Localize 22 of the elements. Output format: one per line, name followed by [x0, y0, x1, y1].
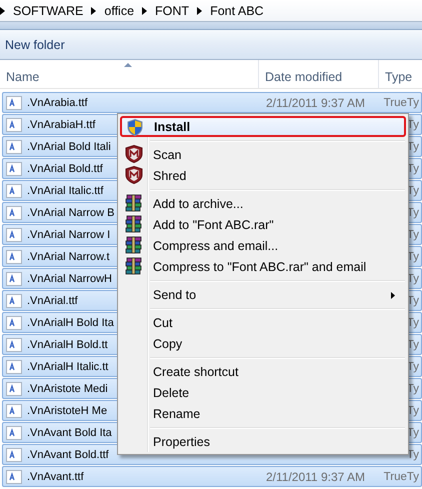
file-name: .VnArial Bold Itali — [27, 140, 111, 152]
file-name: .VnAvant Bold.ttf — [27, 448, 109, 460]
file-name: .VnArialH Italic.tt — [27, 360, 108, 372]
file-name: .VnAristoteH Me — [27, 404, 108, 416]
file-name: .VnArabiaH.ttf — [27, 118, 96, 130]
file-name: .VnArial Narrow.t — [27, 250, 110, 262]
file-name: .VnAristote Medi — [27, 382, 108, 394]
file-name: .VnArial Italic.ttf — [27, 184, 104, 196]
file-name: .VnArial Narrow I — [27, 228, 110, 240]
file-name: .VnAvant.ttf — [27, 470, 84, 482]
file-name: .VnArial Narrow B — [27, 206, 114, 218]
file-name: .VnArial NarrowH — [27, 272, 112, 284]
file-name: .VnArialH Bold.tt — [27, 338, 108, 350]
date-modified: 2/11/2011 9:37 AM — [266, 96, 365, 110]
file-name: .VnArial.ttf — [27, 294, 78, 306]
file-type: TrueTy — [384, 96, 419, 108]
file-name: .VnAvant Bold Ita — [27, 426, 112, 438]
file-type: TrueTy — [384, 470, 419, 482]
file-name: .VnArial Bold.ttf — [27, 162, 103, 174]
file-name: .VnArialH Bold Ita — [27, 316, 114, 328]
date-modified: 2/11/2011 9:37 AM — [266, 470, 365, 484]
file-name: .VnArabia.ttf — [27, 96, 88, 108]
